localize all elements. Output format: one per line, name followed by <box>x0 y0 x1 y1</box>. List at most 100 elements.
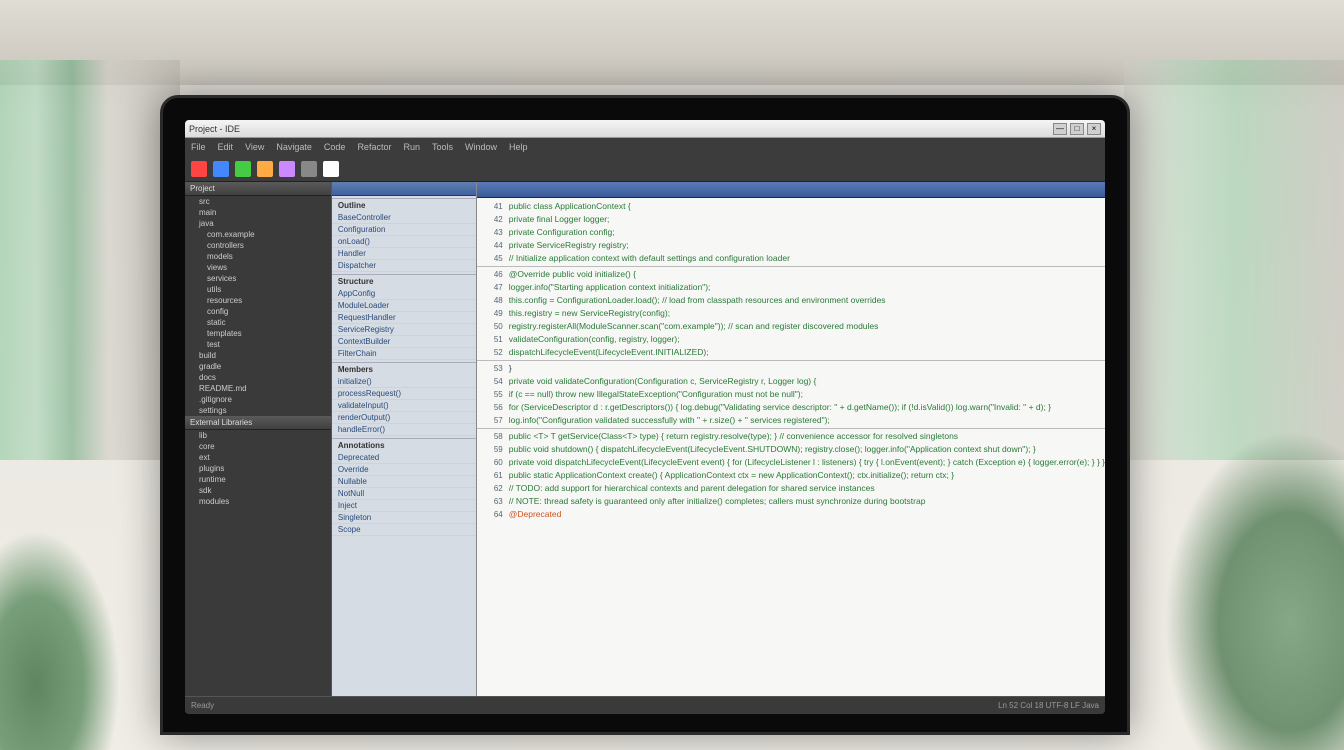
tree-item[interactable]: plugins <box>185 463 331 474</box>
menu-refactor[interactable]: Refactor <box>357 142 391 152</box>
structure-item[interactable]: RequestHandler <box>332 312 476 324</box>
tree-item[interactable]: java <box>185 218 331 229</box>
tree-item[interactable]: test <box>185 339 331 350</box>
structure-item[interactable]: BaseController <box>332 212 476 224</box>
tree-item[interactable]: core <box>185 441 331 452</box>
sync-icon[interactable] <box>323 161 339 177</box>
code-line[interactable]: 47 logger.info("Starting application con… <box>477 281 1105 294</box>
menu-view[interactable]: View <box>245 142 264 152</box>
code-area[interactable]: 41public class ApplicationContext {42 pr… <box>477 198 1105 696</box>
tree-item[interactable]: views <box>185 262 331 273</box>
code-line[interactable]: 51 validateConfiguration(config, registr… <box>477 333 1105 346</box>
structure-item[interactable]: onLoad() <box>332 236 476 248</box>
titlebar[interactable]: Project - IDE — □ × <box>185 120 1105 138</box>
tree-item[interactable]: build <box>185 350 331 361</box>
structure-item[interactable]: Configuration <box>332 224 476 236</box>
tree-item[interactable]: com.example <box>185 229 331 240</box>
tree-item[interactable]: lib <box>185 430 331 441</box>
structure-item[interactable]: initialize() <box>332 376 476 388</box>
menu-run[interactable]: Run <box>403 142 420 152</box>
debug-icon[interactable] <box>213 161 229 177</box>
tree-item[interactable]: README.md <box>185 383 331 394</box>
menu-file[interactable]: File <box>191 142 206 152</box>
code-line[interactable]: 55 if (c == null) throw new IllegalState… <box>477 388 1105 401</box>
maximize-button[interactable]: □ <box>1070 123 1084 135</box>
tree-item[interactable]: runtime <box>185 474 331 485</box>
structure-item[interactable]: Dispatcher <box>332 260 476 272</box>
close-button[interactable]: × <box>1087 123 1101 135</box>
status-right[interactable]: Ln 52 Col 18 UTF-8 LF Java <box>998 701 1099 710</box>
tree-item[interactable]: docs <box>185 372 331 383</box>
tree-item[interactable]: resources <box>185 295 331 306</box>
tree-item[interactable]: main <box>185 207 331 218</box>
code-line[interactable]: 45 // Initialize application context wit… <box>477 252 1105 265</box>
structure-item[interactable]: renderOutput() <box>332 412 476 424</box>
code-line[interactable]: 54 private void validateConfiguration(Co… <box>477 375 1105 388</box>
code-line[interactable]: 42 private final Logger logger; <box>477 213 1105 226</box>
menu-tools[interactable]: Tools <box>432 142 453 152</box>
libraries-section-title[interactable]: External Libraries <box>185 416 331 430</box>
menu-help[interactable]: Help <box>509 142 528 152</box>
structure-item[interactable]: Nullable <box>332 476 476 488</box>
profile-icon[interactable] <box>279 161 295 177</box>
tree-item[interactable]: static <box>185 317 331 328</box>
editor-tab[interactable] <box>477 182 1105 198</box>
structure-item[interactable]: Deprecated <box>332 452 476 464</box>
code-line[interactable]: 59 public void shutdown() { dispatchLife… <box>477 443 1105 456</box>
structure-item[interactable]: NotNull <box>332 488 476 500</box>
tree-item[interactable]: sdk <box>185 485 331 496</box>
code-line[interactable]: 43 private Configuration config; <box>477 226 1105 239</box>
code-line[interactable]: 46 @Override public void initialize() { <box>477 268 1105 281</box>
structure-item[interactable]: Inject <box>332 500 476 512</box>
tree-item[interactable]: config <box>185 306 331 317</box>
structure-item[interactable]: ContextBuilder <box>332 336 476 348</box>
code-line[interactable]: 62 // TODO: add support for hierarchical… <box>477 482 1105 495</box>
code-line[interactable]: 58 public <T> T getService(Class<T> type… <box>477 430 1105 443</box>
tree-item[interactable]: src <box>185 196 331 207</box>
code-line[interactable]: 52 dispatchLifecycleEvent(LifecycleEvent… <box>477 346 1105 359</box>
menu-edit[interactable]: Edit <box>218 142 234 152</box>
code-line[interactable]: 44 private ServiceRegistry registry; <box>477 239 1105 252</box>
tree-item[interactable]: ext <box>185 452 331 463</box>
tree-item[interactable]: gradle <box>185 361 331 372</box>
structure-item[interactable]: AppConfig <box>332 288 476 300</box>
code-line[interactable]: 64 @Deprecated <box>477 508 1105 521</box>
tree-item[interactable]: .gitignore <box>185 394 331 405</box>
tree-item[interactable]: utils <box>185 284 331 295</box>
code-line[interactable]: 61 public static ApplicationContext crea… <box>477 469 1105 482</box>
code-line[interactable]: 63 // NOTE: thread safety is guaranteed … <box>477 495 1105 508</box>
structure-item[interactable]: Handler <box>332 248 476 260</box>
structure-header[interactable] <box>332 182 476 196</box>
build-icon[interactable] <box>257 161 273 177</box>
structure-item[interactable]: handleError() <box>332 424 476 436</box>
structure-item[interactable]: Scope <box>332 524 476 536</box>
code-line[interactable]: 41public class ApplicationContext { <box>477 200 1105 213</box>
tree-item[interactable]: templates <box>185 328 331 339</box>
code-line[interactable]: 57 log.info("Configuration validated suc… <box>477 414 1105 427</box>
tree-item[interactable]: modules <box>185 496 331 507</box>
code-line[interactable]: 53 } <box>477 362 1105 375</box>
structure-item[interactable]: processRequest() <box>332 388 476 400</box>
structure-item[interactable]: Override <box>332 464 476 476</box>
record-icon[interactable] <box>191 161 207 177</box>
structure-item[interactable]: Singleton <box>332 512 476 524</box>
code-line[interactable]: 56 for (ServiceDescriptor d : r.getDescr… <box>477 401 1105 414</box>
stop-icon[interactable] <box>301 161 317 177</box>
structure-item[interactable]: ServiceRegistry <box>332 324 476 336</box>
structure-item[interactable]: FilterChain <box>332 348 476 360</box>
menu-code[interactable]: Code <box>324 142 346 152</box>
tree-item[interactable]: services <box>185 273 331 284</box>
code-line[interactable]: 48 this.config = ConfigurationLoader.loa… <box>477 294 1105 307</box>
run-icon[interactable] <box>235 161 251 177</box>
structure-item[interactable]: ModuleLoader <box>332 300 476 312</box>
structure-item[interactable]: validateInput() <box>332 400 476 412</box>
tree-item[interactable]: settings <box>185 405 331 416</box>
tree-item[interactable]: models <box>185 251 331 262</box>
menu-navigate[interactable]: Navigate <box>276 142 312 152</box>
menu-window[interactable]: Window <box>465 142 497 152</box>
code-line[interactable]: 49 this.registry = new ServiceRegistry(c… <box>477 307 1105 320</box>
code-line[interactable]: 60 private void dispatchLifecycleEvent(L… <box>477 456 1105 469</box>
code-line[interactable]: 50 registry.registerAll(ModuleScanner.sc… <box>477 320 1105 333</box>
tree-item[interactable]: controllers <box>185 240 331 251</box>
minimize-button[interactable]: — <box>1053 123 1067 135</box>
